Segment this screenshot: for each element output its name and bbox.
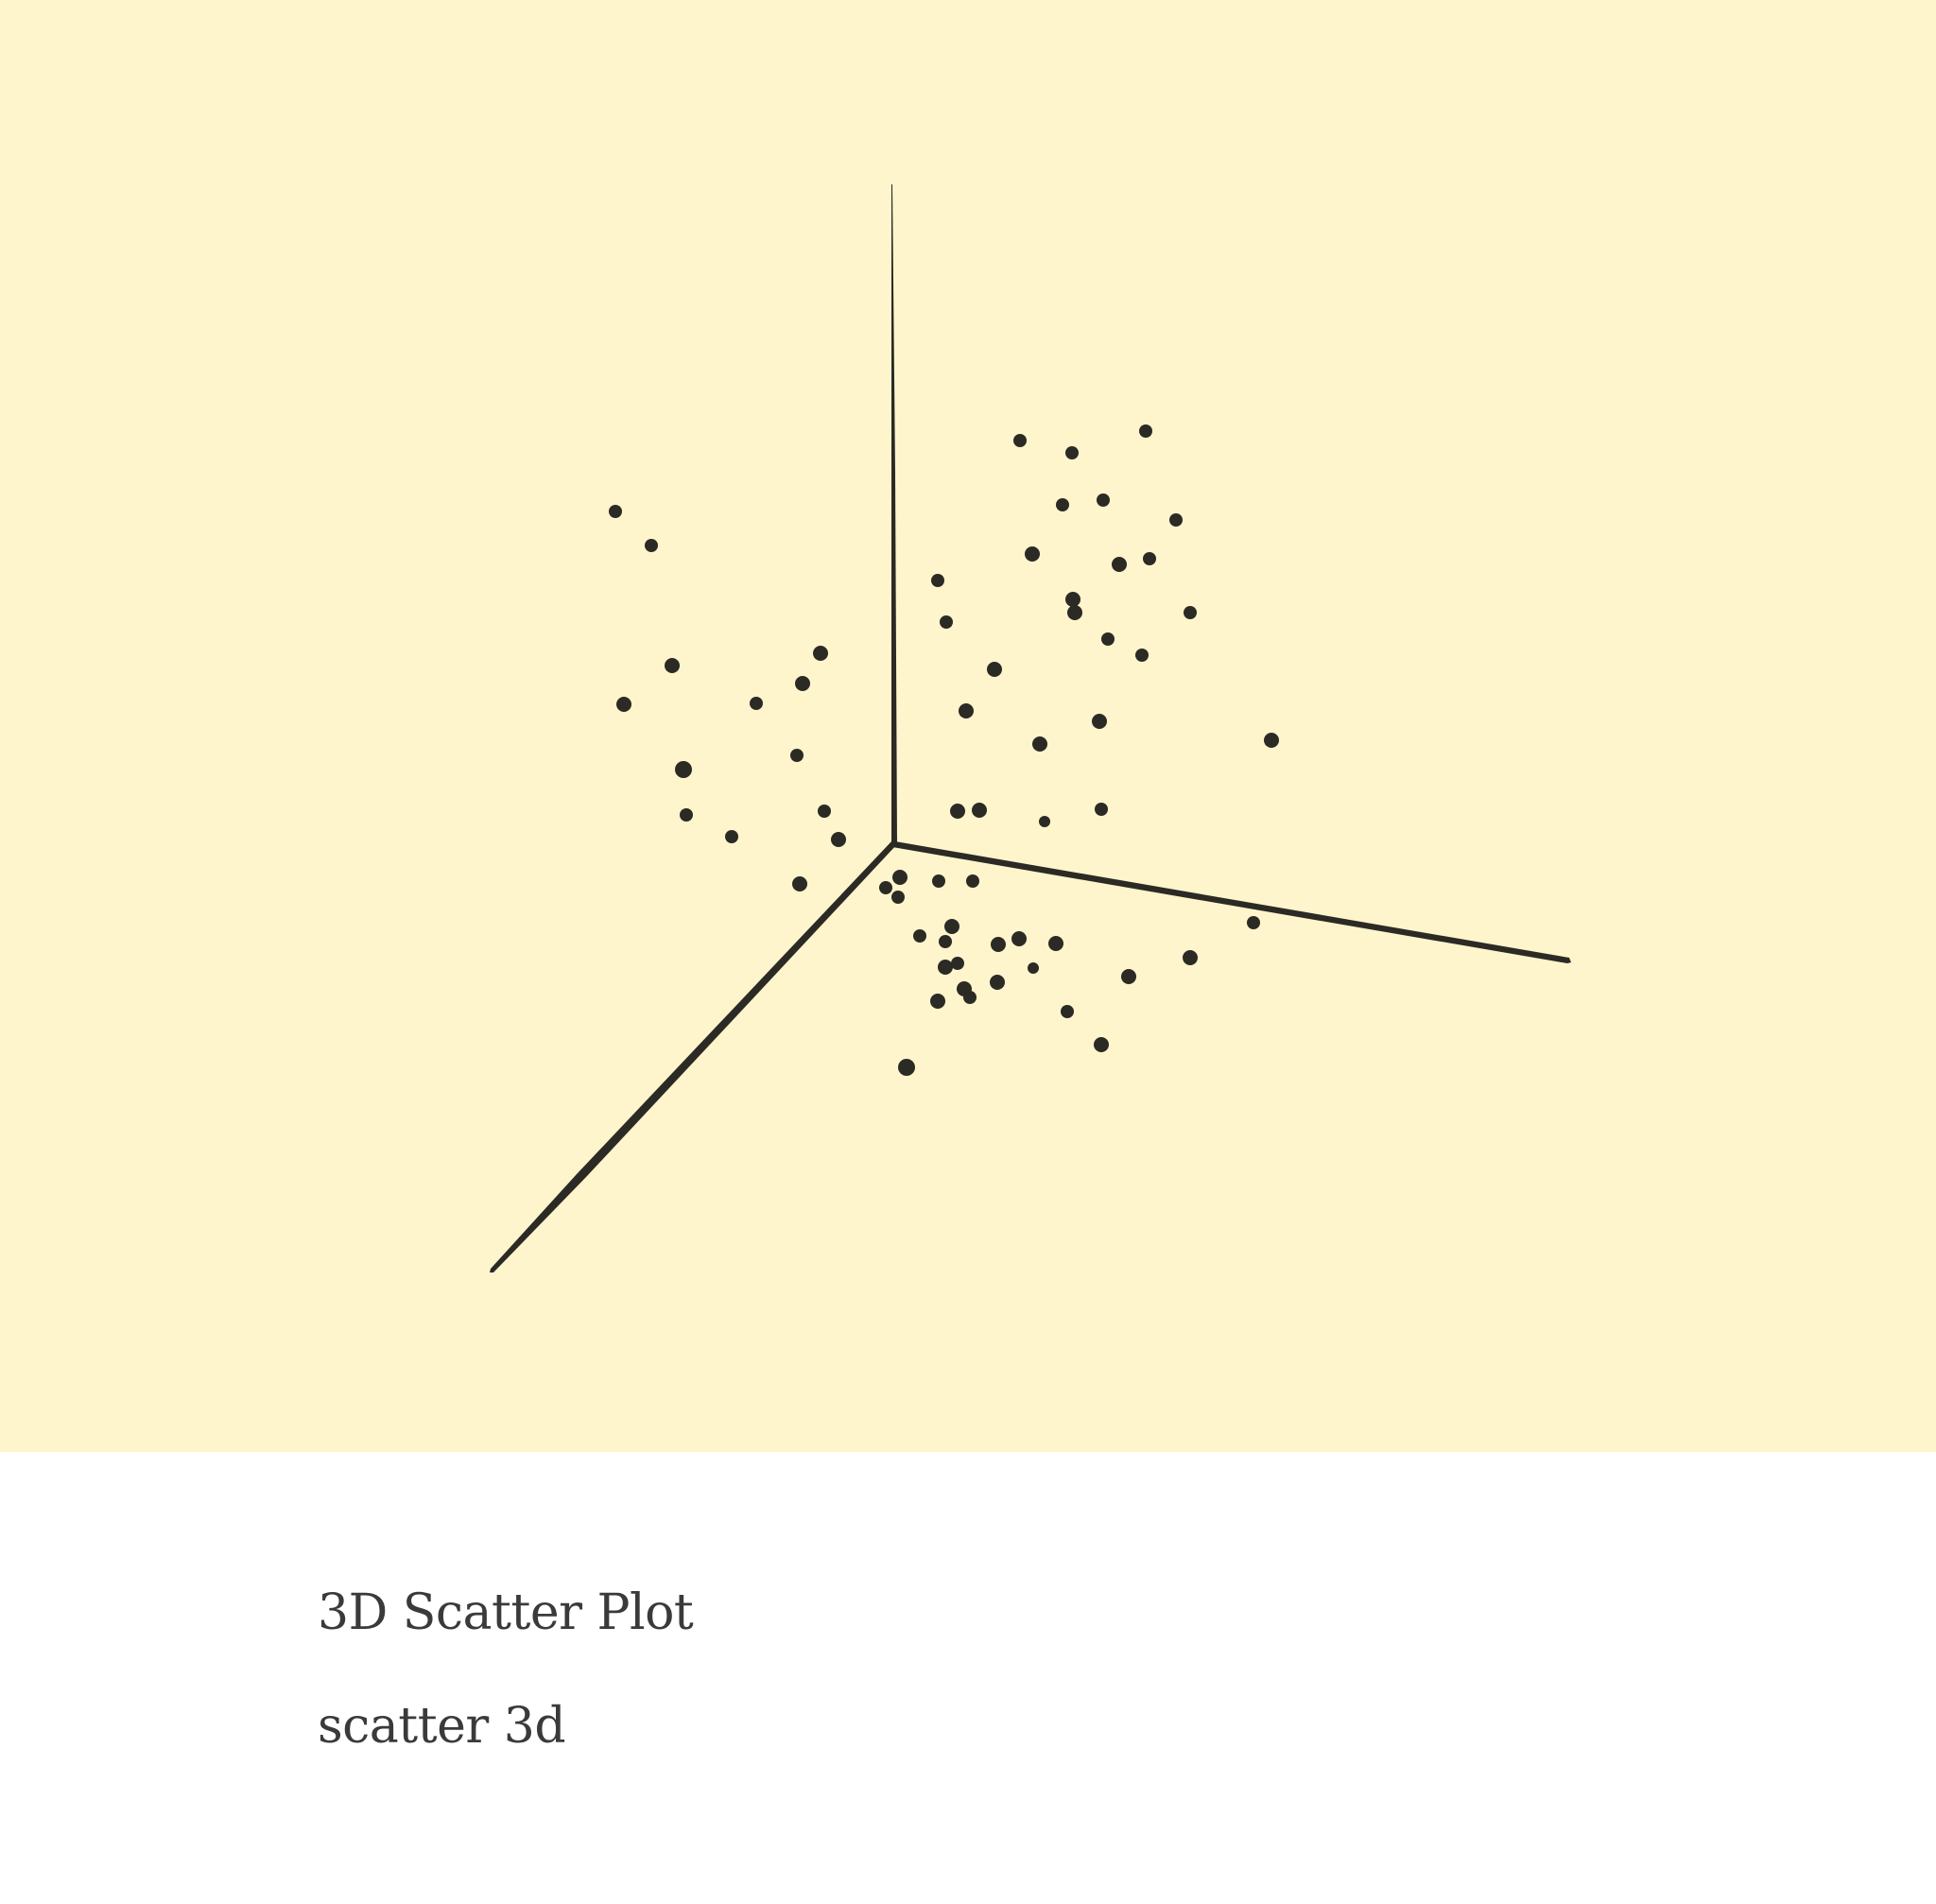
data-point [951,957,964,970]
data-point [891,891,905,904]
data-point [1094,1037,1109,1052]
data-point [831,832,846,847]
data-point [940,615,953,629]
chart-preview[interactable] [0,0,1936,1452]
data-point [991,937,1006,952]
data-point [1184,606,1197,619]
data-point [1011,931,1027,946]
scatter-3d-chart [490,184,1571,1272]
data-point [963,991,977,1004]
data-point [1061,1005,1074,1018]
chart-points [609,424,1279,1076]
data-point [680,808,693,822]
data-point [1247,916,1260,929]
data-point [966,874,979,888]
data-point [931,574,944,587]
data-point [939,935,952,948]
data-point [795,676,810,691]
data-point [665,658,680,673]
data-point [1028,962,1039,974]
data-point [1013,434,1027,447]
data-point [792,876,807,891]
card: 3D Scatter Plot scatter 3d [0,0,1936,1904]
data-point [1032,736,1047,752]
data-point [616,697,631,712]
data-point [1135,649,1149,662]
data-point [818,805,831,818]
data-point [950,804,965,819]
chart-title: 3D Scatter Plot [318,1584,694,1641]
data-point [879,881,892,894]
data-point [1097,493,1110,507]
data-point [750,697,763,710]
data-point [987,662,1002,677]
data-point [932,874,945,888]
data-point [1025,546,1040,562]
data-point [959,703,974,718]
data-point [1169,513,1183,527]
data-point [725,830,738,843]
data-point [913,929,926,943]
data-point [1048,936,1063,951]
data-point [1139,424,1152,438]
y-axis [490,840,897,1272]
chart-axes [490,184,1571,1272]
data-point [1065,446,1079,459]
data-point [1112,557,1127,572]
data-point [1183,950,1198,965]
data-point [675,761,692,778]
data-point [645,539,658,552]
data-point [1065,592,1080,607]
data-point [1095,803,1108,816]
data-point [892,870,908,885]
data-point [1092,714,1107,729]
data-point [898,1059,915,1076]
data-point [609,505,622,518]
data-point [1264,733,1279,748]
caption: 3D Scatter Plot scatter 3d [318,1588,1641,1751]
data-point [1143,552,1156,565]
data-point [790,749,804,762]
data-point [1067,605,1082,620]
data-point [1039,816,1050,827]
data-point [1121,969,1136,984]
z-axis [891,184,897,844]
data-point [813,646,828,661]
chart-subtitle: scatter 3d [318,1698,566,1755]
data-point [930,994,945,1009]
data-point [944,919,959,934]
data-point [990,975,1005,990]
data-point [938,960,953,975]
data-point [972,803,987,818]
data-point [1056,498,1069,511]
data-point [1101,632,1115,646]
